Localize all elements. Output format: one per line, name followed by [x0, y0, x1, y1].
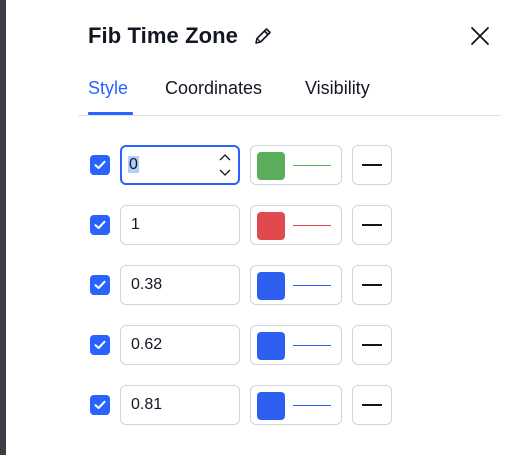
- level-value-input[interactable]: 0.62: [120, 325, 240, 365]
- level-checkbox[interactable]: [90, 335, 110, 355]
- pencil-icon[interactable]: [252, 25, 274, 47]
- line-style-icon: [362, 164, 382, 166]
- level-color-button[interactable]: [250, 205, 342, 245]
- level-value: 0.38: [131, 276, 163, 293]
- level-value: 1: [131, 216, 140, 233]
- line-color-preview: [293, 225, 331, 226]
- level-checkbox[interactable]: [90, 275, 110, 295]
- dialog-title: Fib Time Zone: [88, 23, 239, 48]
- fib-time-zone-dialog: Fib Time Zone Style Coordinates Visibili…: [6, 0, 511, 455]
- tab-style[interactable]: Style: [88, 76, 128, 100]
- checkmark-icon: [94, 340, 106, 349]
- line-color-preview: [293, 285, 331, 286]
- line-style-icon: [362, 404, 382, 406]
- line-style-button[interactable]: [352, 325, 392, 365]
- level-value-input[interactable]: 0.81: [120, 385, 240, 425]
- level-value: 0: [128, 156, 139, 173]
- level-color-button[interactable]: [250, 145, 342, 185]
- level-value-input[interactable]: 1: [120, 205, 240, 245]
- level-value-input[interactable]: 0: [120, 145, 240, 185]
- dialog-header: Fib Time Zone: [88, 20, 274, 52]
- level-color-button[interactable]: [250, 385, 342, 425]
- line-color-preview: [293, 405, 331, 406]
- line-style-button[interactable]: [352, 145, 392, 185]
- color-swatch: [257, 152, 285, 180]
- tab-coordinates[interactable]: Coordinates: [165, 76, 262, 100]
- level-row: 0.62: [88, 325, 408, 365]
- line-style-button[interactable]: [352, 205, 392, 245]
- checkmark-icon: [94, 400, 106, 409]
- level-row: 0: [88, 145, 408, 185]
- checkmark-icon: [94, 160, 106, 169]
- color-swatch: [257, 272, 285, 300]
- checkmark-icon: [94, 220, 106, 229]
- level-checkbox[interactable]: [90, 215, 110, 235]
- level-value: 0.62: [131, 336, 163, 353]
- level-checkbox[interactable]: [90, 395, 110, 415]
- line-color-preview: [293, 345, 331, 346]
- level-color-button[interactable]: [250, 325, 342, 365]
- level-value-input[interactable]: 0.38: [120, 265, 240, 305]
- color-swatch: [257, 212, 285, 240]
- line-color-preview: [293, 165, 331, 166]
- line-style-button[interactable]: [352, 385, 392, 425]
- color-swatch: [257, 332, 285, 360]
- level-row: 0.38: [88, 265, 408, 305]
- level-row: 0.81: [88, 385, 408, 425]
- close-icon[interactable]: [468, 24, 492, 48]
- color-swatch: [257, 392, 285, 420]
- line-style-icon: [362, 344, 382, 346]
- tab-visibility[interactable]: Visibility: [305, 76, 370, 100]
- level-value: 0.81: [131, 396, 163, 413]
- checkmark-icon: [94, 280, 106, 289]
- tab-divider: [78, 115, 501, 116]
- line-style-icon: [362, 284, 382, 286]
- level-checkbox[interactable]: [90, 155, 110, 175]
- line-style-icon: [362, 224, 382, 226]
- line-style-button[interactable]: [352, 265, 392, 305]
- level-row: 1: [88, 205, 408, 245]
- level-color-button[interactable]: [250, 265, 342, 305]
- spinner-icon[interactable]: [218, 151, 232, 179]
